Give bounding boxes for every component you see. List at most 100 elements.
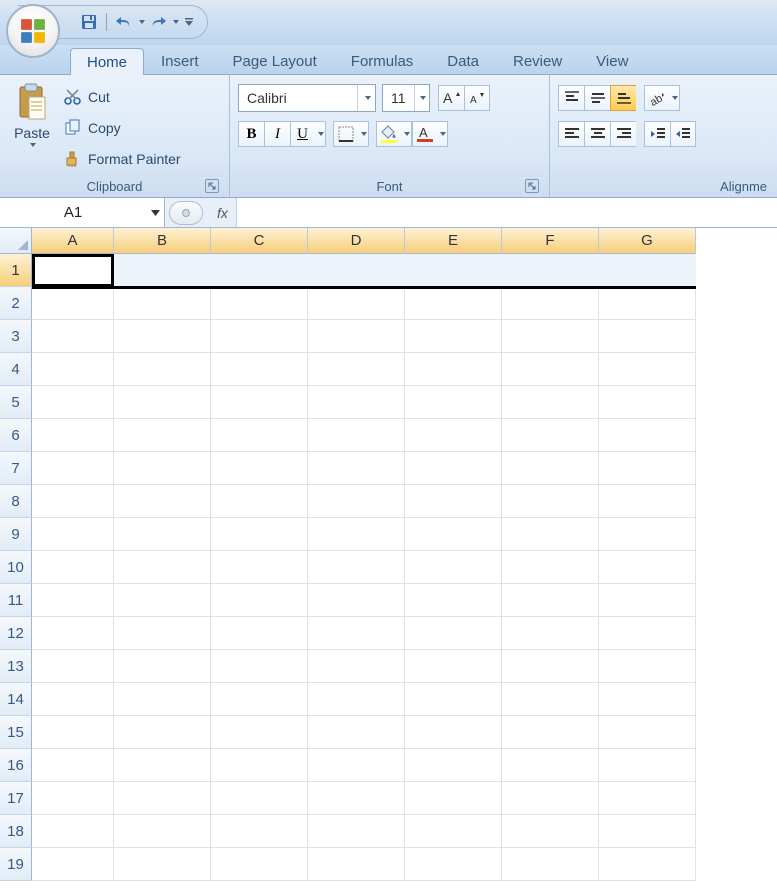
- cell-C5[interactable]: [211, 386, 308, 419]
- tab-insert[interactable]: Insert: [144, 47, 216, 74]
- cell-A1[interactable]: [32, 254, 114, 287]
- redo-dropdown[interactable]: [173, 20, 179, 24]
- tab-page-layout[interactable]: Page Layout: [216, 47, 334, 74]
- column-header-F[interactable]: F: [502, 228, 599, 254]
- cell-G13[interactable]: [599, 650, 696, 683]
- cell-B15[interactable]: [114, 716, 211, 749]
- cell-G2[interactable]: [599, 287, 696, 320]
- cell-D5[interactable]: [308, 386, 405, 419]
- cell-A5[interactable]: [32, 386, 114, 419]
- borders-dropdown[interactable]: [357, 121, 369, 147]
- cell-A17[interactable]: [32, 782, 114, 815]
- column-header-G[interactable]: G: [599, 228, 696, 254]
- orientation-button[interactable]: ab: [644, 85, 668, 111]
- cell-B14[interactable]: [114, 683, 211, 716]
- cell-E14[interactable]: [405, 683, 502, 716]
- tab-data[interactable]: Data: [430, 47, 496, 74]
- cell-A16[interactable]: [32, 749, 114, 782]
- fill-color-button[interactable]: [376, 121, 400, 147]
- cell-F13[interactable]: [502, 650, 599, 683]
- decrease-indent-button[interactable]: [644, 121, 670, 147]
- cell-B10[interactable]: [114, 551, 211, 584]
- cell-E19[interactable]: [405, 848, 502, 881]
- align-bottom-button[interactable]: [610, 85, 636, 111]
- cell-B9[interactable]: [114, 518, 211, 551]
- cell-C19[interactable]: [211, 848, 308, 881]
- orientation-dropdown[interactable]: [668, 85, 680, 111]
- office-button[interactable]: [6, 4, 60, 58]
- cell-A11[interactable]: [32, 584, 114, 617]
- cell-C18[interactable]: [211, 815, 308, 848]
- cell-G11[interactable]: [599, 584, 696, 617]
- row-header-15[interactable]: 15: [0, 716, 32, 749]
- cell-E6[interactable]: [405, 419, 502, 452]
- formula-input[interactable]: [237, 198, 777, 227]
- cell-F19[interactable]: [502, 848, 599, 881]
- cell-A9[interactable]: [32, 518, 114, 551]
- row-header-3[interactable]: 3: [0, 320, 32, 353]
- cell-C16[interactable]: [211, 749, 308, 782]
- row-header-5[interactable]: 5: [0, 386, 32, 419]
- cell-E4[interactable]: [405, 353, 502, 386]
- cell-F4[interactable]: [502, 353, 599, 386]
- cell-B12[interactable]: [114, 617, 211, 650]
- column-header-D[interactable]: D: [308, 228, 405, 254]
- insert-function-button[interactable]: fx: [209, 198, 237, 227]
- cell-C14[interactable]: [211, 683, 308, 716]
- cell-C3[interactable]: [211, 320, 308, 353]
- cell-F12[interactable]: [502, 617, 599, 650]
- cell-G1[interactable]: [599, 254, 696, 287]
- row-header-1[interactable]: 1: [0, 254, 32, 287]
- cell-D8[interactable]: [308, 485, 405, 518]
- row-header-18[interactable]: 18: [0, 815, 32, 848]
- cell-C6[interactable]: [211, 419, 308, 452]
- cell-E1[interactable]: [405, 254, 502, 287]
- cell-B3[interactable]: [114, 320, 211, 353]
- cell-E9[interactable]: [405, 518, 502, 551]
- cell-C13[interactable]: [211, 650, 308, 683]
- row-header-7[interactable]: 7: [0, 452, 32, 485]
- paste-dropdown[interactable]: [30, 143, 36, 147]
- cell-E11[interactable]: [405, 584, 502, 617]
- cut-button[interactable]: Cut: [64, 83, 181, 111]
- cell-E2[interactable]: [405, 287, 502, 320]
- row-header-19[interactable]: 19: [0, 848, 32, 881]
- cell-G19[interactable]: [599, 848, 696, 881]
- cell-G4[interactable]: [599, 353, 696, 386]
- row-header-4[interactable]: 4: [0, 353, 32, 386]
- undo-button[interactable]: [112, 10, 136, 34]
- cell-B11[interactable]: [114, 584, 211, 617]
- cell-D18[interactable]: [308, 815, 405, 848]
- cell-G10[interactable]: [599, 551, 696, 584]
- cell-G18[interactable]: [599, 815, 696, 848]
- cell-A10[interactable]: [32, 551, 114, 584]
- tab-home[interactable]: Home: [70, 48, 144, 75]
- tab-review[interactable]: Review: [496, 47, 579, 74]
- cell-F11[interactable]: [502, 584, 599, 617]
- redo-button[interactable]: [146, 10, 170, 34]
- cell-G12[interactable]: [599, 617, 696, 650]
- column-header-E[interactable]: E: [405, 228, 502, 254]
- row-header-13[interactable]: 13: [0, 650, 32, 683]
- font-size-combo[interactable]: 11: [382, 84, 430, 112]
- cell-G5[interactable]: [599, 386, 696, 419]
- fill-color-dropdown[interactable]: [400, 121, 412, 147]
- cell-F5[interactable]: [502, 386, 599, 419]
- cell-D7[interactable]: [308, 452, 405, 485]
- cell-A19[interactable]: [32, 848, 114, 881]
- align-right-button[interactable]: [610, 121, 636, 147]
- row-header-12[interactable]: 12: [0, 617, 32, 650]
- cell-C9[interactable]: [211, 518, 308, 551]
- cell-F17[interactable]: [502, 782, 599, 815]
- formula-cancel-button[interactable]: [169, 201, 203, 225]
- cell-B1[interactable]: [114, 254, 211, 287]
- clipboard-launcher[interactable]: [205, 179, 219, 193]
- row-header-17[interactable]: 17: [0, 782, 32, 815]
- cell-C7[interactable]: [211, 452, 308, 485]
- bold-button[interactable]: B: [238, 121, 264, 147]
- cell-C1[interactable]: [211, 254, 308, 287]
- cell-A13[interactable]: [32, 650, 114, 683]
- cell-F2[interactable]: [502, 287, 599, 320]
- cell-F3[interactable]: [502, 320, 599, 353]
- cell-A12[interactable]: [32, 617, 114, 650]
